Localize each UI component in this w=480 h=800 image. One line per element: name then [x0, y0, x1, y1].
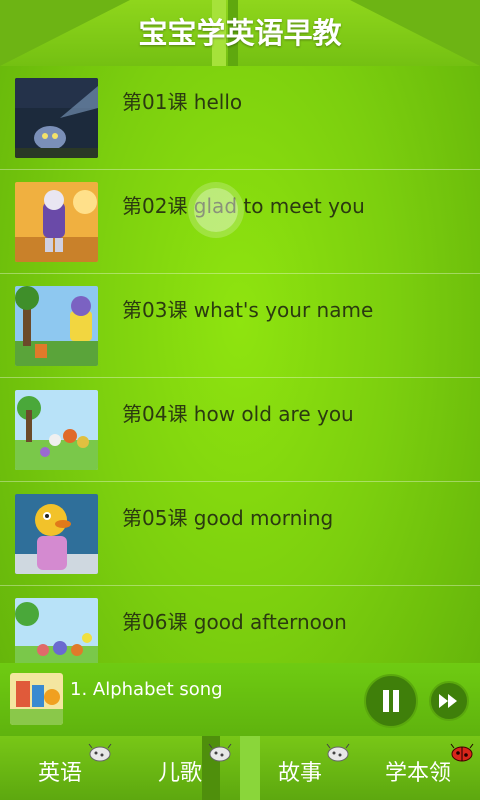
cartoon-forest-thumbnail: [15, 286, 98, 366]
ghost-dark-scene-thumbnail: [15, 78, 98, 158]
now-playing-bar[interactable]: 1. Alphabet song: [0, 663, 480, 736]
lesson-title: 第05课 good morning: [122, 506, 334, 530]
lesson-title: 第01课 hello: [122, 90, 243, 114]
lesson-item[interactable]: 第06课 good afternoon: [0, 586, 480, 663]
bug-icon: [326, 743, 350, 762]
tab-label: 故事: [278, 761, 323, 786]
lesson-title: 第04课 how old are you: [122, 402, 354, 426]
ladybug-icon: [450, 743, 474, 762]
cartoon-group-thumbnail: [15, 598, 98, 663]
cartoon-cat-thumbnail: [15, 182, 98, 262]
fast-forward-button[interactable]: [429, 681, 469, 721]
tab-skills[interactable]: 学本领: [360, 736, 480, 800]
lesson-title: 第03课 what's your name: [122, 298, 374, 322]
touch-indicator: [194, 188, 238, 232]
lesson-title: 第06课 good afternoon: [122, 610, 347, 634]
lesson-item[interactable]: 第04课 how old are you: [0, 378, 480, 482]
pause-icon: [383, 690, 389, 712]
cartoon-duck-thumbnail: [15, 494, 98, 574]
tab-stories[interactable]: 故事: [240, 736, 360, 800]
lesson-item[interactable]: 第01课 hello: [0, 66, 480, 170]
cartoon-friends-thumbnail: [15, 390, 98, 470]
pause-button[interactable]: [364, 674, 418, 728]
tab-english[interactable]: 英语: [0, 736, 120, 800]
tab-label: 儿歌: [158, 761, 203, 786]
lesson-item[interactable]: 第02课 glad to meet you: [0, 170, 480, 274]
album-art-thumbnail: [10, 673, 63, 725]
lesson-item[interactable]: 第05课 good morning: [0, 482, 480, 586]
bottom-tab-bar: 英语 儿歌 故事 学本领: [0, 736, 480, 800]
lesson-title: 第02课 glad to meet you: [122, 194, 365, 218]
lesson-item[interactable]: 第03课 what's your name: [0, 274, 480, 378]
tab-label: 英语: [38, 761, 83, 786]
tab-label: 学本领: [385, 761, 452, 786]
fast-forward-icon: [439, 694, 457, 708]
tab-nursery-rhymes[interactable]: 儿歌: [120, 736, 240, 800]
bug-icon: [88, 743, 112, 762]
lesson-list[interactable]: 第01课 hello 第02课 glad to meet you 第03课 wh…: [0, 66, 480, 663]
bug-icon: [208, 743, 232, 762]
app-header: 宝宝学英语早教: [0, 0, 480, 66]
page-title: 宝宝学英语早教: [138, 16, 342, 50]
now-playing-title: 1. Alphabet song: [70, 679, 223, 700]
pause-icon: [393, 690, 399, 712]
